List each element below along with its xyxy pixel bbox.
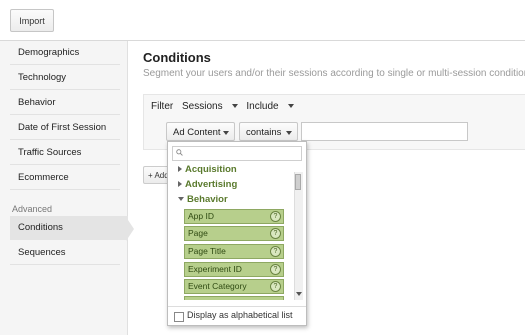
condition-value-input[interactable] xyxy=(301,122,468,141)
help-icon[interactable]: ? xyxy=(270,246,281,257)
sidebar-item-demographics[interactable]: Demographics xyxy=(10,41,120,65)
dimension-picker-popup: Acquisition Advertising Behavior App ID?… xyxy=(167,141,307,326)
scroll-down-arrow-icon[interactable] xyxy=(296,292,302,296)
dimension-item-label: Experiment ID xyxy=(188,264,242,274)
dimension-item-label: Page xyxy=(188,228,208,238)
sidebar-item-traffic-sources[interactable]: Traffic Sources xyxy=(10,141,120,165)
filter-label: Filter xyxy=(151,101,174,112)
dimension-item-label: Event Category xyxy=(188,281,247,291)
chevron-down-icon xyxy=(223,131,229,135)
top-toolbar: Import xyxy=(0,0,525,41)
dimension-search-input[interactable] xyxy=(172,146,302,161)
chevron-down-icon xyxy=(286,131,292,135)
scope-dropdown[interactable]: Sessions xyxy=(182,101,238,112)
mode-value: Include xyxy=(246,101,279,112)
filter-row: Filter Sessions Include xyxy=(151,101,300,112)
sidebar-item-conditions[interactable]: Conditions xyxy=(10,216,128,240)
page-subtitle: Segment your users and/or their sessions… xyxy=(143,68,525,79)
category-label: Behavior xyxy=(187,194,228,205)
category-acquisition[interactable]: Acquisition xyxy=(178,164,237,175)
operator-dropdown[interactable]: contains xyxy=(239,122,298,141)
scope-value: Sessions xyxy=(182,101,223,112)
active-indicator-arrow xyxy=(126,217,134,241)
chevron-down-icon xyxy=(287,104,294,109)
dimension-value: Ad Content xyxy=(173,127,221,138)
sidebar-item-technology[interactable]: Technology xyxy=(10,66,120,90)
dimension-item-page-title[interactable]: Page Title? xyxy=(184,244,284,259)
dimension-item-experiment-id[interactable]: Experiment ID? xyxy=(184,262,284,277)
search-icon xyxy=(176,149,183,156)
dimension-item-label: App ID xyxy=(188,211,214,221)
help-icon[interactable]: ? xyxy=(270,281,281,292)
help-icon[interactable]: ? xyxy=(270,228,281,239)
chevron-down-icon xyxy=(231,104,238,109)
dimension-item-app-id[interactable]: App ID? xyxy=(184,209,284,224)
dimension-item-partial xyxy=(184,296,284,300)
dimension-item-event-category[interactable]: Event Category? xyxy=(184,279,284,294)
operator-value: contains xyxy=(246,127,282,138)
add-condition-button[interactable]: + Add xyxy=(143,166,169,184)
import-button[interactable]: Import xyxy=(10,9,54,32)
dimension-dropdown[interactable]: Ad Content xyxy=(166,122,235,141)
category-behavior[interactable]: Behavior xyxy=(178,194,228,205)
popup-scrollbar[interactable] xyxy=(294,172,303,300)
alphabetical-list-checkbox[interactable] xyxy=(174,312,184,322)
category-label: Advertising xyxy=(185,179,238,190)
alphabetical-list-label: Display as alphabetical list xyxy=(187,310,293,320)
sidebar-item-date-of-first-session[interactable]: Date of First Session xyxy=(10,116,120,140)
sidebar-item-sequences[interactable]: Sequences xyxy=(10,241,120,265)
sidebar-advanced-header: Advanced xyxy=(12,204,53,214)
sidebar-item-ecommerce[interactable]: Ecommerce xyxy=(10,166,120,190)
expand-arrow-icon xyxy=(178,166,182,173)
help-icon[interactable]: ? xyxy=(270,211,281,222)
sidebar-item-behavior[interactable]: Behavior xyxy=(10,91,120,115)
category-label: Acquisition xyxy=(185,164,237,175)
expand-arrow-icon xyxy=(178,181,182,188)
dimension-item-page[interactable]: Page? xyxy=(184,226,284,241)
collapse-arrow-icon xyxy=(178,197,184,202)
category-advertising[interactable]: Advertising xyxy=(178,179,237,190)
help-icon[interactable]: ? xyxy=(270,264,281,275)
dimension-item-label: Page Title xyxy=(188,246,226,256)
popup-footer: Display as alphabetical list xyxy=(168,306,306,327)
popup-scrollbar-thumb[interactable] xyxy=(295,174,301,190)
mode-dropdown[interactable]: Include xyxy=(246,101,294,112)
page-title: Conditions xyxy=(143,50,211,65)
